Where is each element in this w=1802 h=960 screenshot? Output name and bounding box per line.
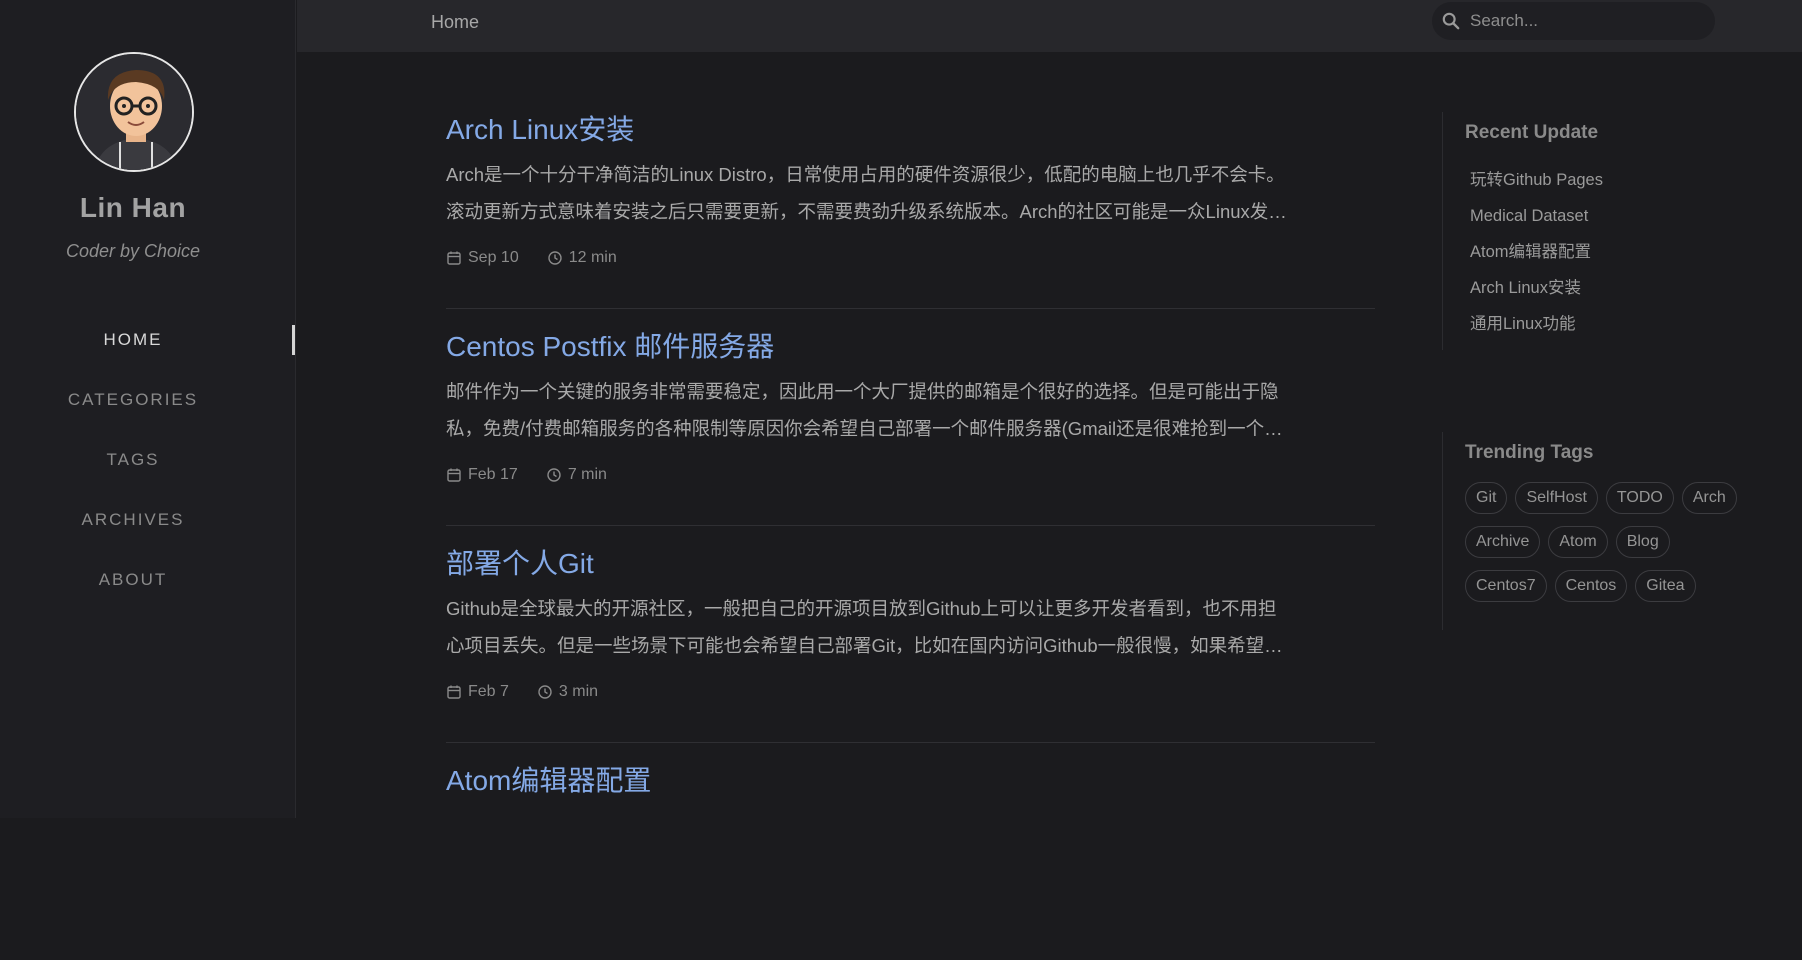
recent-update-list: 玩转Github Pages Medical Dataset Atom编辑器配置…: [1465, 162, 1762, 342]
post-meta: Feb 7 3 min: [446, 683, 626, 701]
recent-update-panel: Recent Update 玩转Github Pages Medical Dat…: [1442, 112, 1762, 350]
post-read-time: 12 min: [547, 249, 617, 267]
post-excerpt: Github是全球最大的开源社区，一般把自己的开源项目放到Github上可以让更…: [446, 590, 1375, 664]
avatar-image: [76, 54, 192, 170]
post-date: Feb 17: [446, 466, 518, 484]
tag-cloud: Git SelfHost TODO Arch Archive Atom Blog…: [1465, 482, 1765, 614]
recent-update-item[interactable]: 玩转Github Pages: [1470, 162, 1762, 198]
excerpt-line: 滚动更新方式意味着安装之后只需要更新，不需要费劲升级系统版本。Arch的社区可能…: [446, 201, 1287, 222]
site-subtitle: Coder by Choice: [65, 241, 201, 261]
recent-update-item[interactable]: Medical Dataset: [1470, 198, 1762, 234]
excerpt-line: Github是全球最大的开源社区，一般把自己的开源项目放到Github上可以让更…: [446, 598, 1277, 619]
tag-chip[interactable]: Centos7: [1465, 570, 1547, 602]
recent-update-heading: Recent Update: [1465, 122, 1599, 143]
post-meta: Sep 10 12 min: [446, 249, 645, 267]
post-date: Sep 10: [446, 249, 519, 267]
trending-tags-panel: Trending Tags Git SelfHost TODO Arch Arc…: [1442, 432, 1762, 630]
post-read-time-text: 3 min: [558, 683, 599, 700]
clock-icon: [547, 468, 561, 482]
post-excerpt: 邮件作为一个关键的服务非常需要稳定，因此用一个大厂提供的邮箱是个很好的选择。但是…: [446, 373, 1375, 447]
post-title[interactable]: Centos Postfix 邮件服务器: [446, 325, 774, 365]
tag-chip[interactable]: Centos: [1554, 570, 1628, 602]
search-icon: [1442, 12, 1460, 30]
tag-chip[interactable]: Archive: [1465, 526, 1541, 558]
post-date: Feb 7: [446, 683, 509, 701]
post-title[interactable]: Atom编辑器配置: [446, 759, 651, 799]
clock-icon: [538, 685, 552, 699]
post-read-time-text: 7 min: [567, 466, 607, 483]
nav-tags[interactable]: TAGS: [0, 440, 266, 500]
post-title[interactable]: 部署个人Git: [446, 542, 594, 582]
tag-chip[interactable]: SelfHost: [1515, 482, 1598, 514]
search-box[interactable]: [1432, 2, 1715, 40]
clock-icon: [548, 251, 562, 265]
nav-active-indicator: [292, 325, 295, 355]
sidebar-nav: HOME CATEGORIES TAGS ARCHIVES ABOUT: [0, 320, 296, 620]
calendar-icon: [447, 251, 461, 265]
search-input[interactable]: [1468, 6, 1703, 36]
recent-update-item[interactable]: Arch Linux安装: [1470, 270, 1762, 306]
tag-chip[interactable]: Git: [1465, 482, 1508, 514]
post-date-text: Feb 7: [468, 683, 509, 700]
post-date-text: Sep 10: [468, 249, 519, 266]
post-item: 部署个人Git Github是全球最大的开源社区，一般把自己的开源项目放到Git…: [446, 526, 1375, 743]
post-read-time-text: 12 min: [568, 249, 617, 266]
post-item: Centos Postfix 邮件服务器 邮件作为一个关键的服务非常需要稳定，因…: [446, 309, 1375, 526]
nav-archives[interactable]: ARCHIVES: [0, 500, 266, 560]
site-title[interactable]: Lin Han: [0, 192, 266, 224]
post-read-time: 7 min: [546, 466, 607, 484]
topbar: Home: [297, 0, 1802, 52]
tag-chip[interactable]: Blog: [1615, 526, 1670, 558]
excerpt-line: 私，免费/付费邮箱服务的各种限制等原因你会希望自己部署一个邮件服务器(Gmail…: [446, 418, 1283, 439]
excerpt-line: 邮件作为一个关键的服务非常需要稳定，因此用一个大厂提供的邮箱是个很好的选择。但是…: [446, 381, 1279, 402]
post-item: Atom编辑器配置: [446, 743, 1375, 960]
breadcrumb[interactable]: Home: [431, 12, 479, 33]
trending-tags-heading: Trending Tags: [1465, 442, 1594, 463]
calendar-icon: [447, 685, 461, 699]
nav-home[interactable]: HOME: [0, 320, 266, 380]
post-item: Arch Linux安装 Arch是一个十分干净简洁的Linux Distro，…: [446, 92, 1375, 309]
tag-chip[interactable]: TODO: [1605, 482, 1674, 514]
tag-chip[interactable]: Atom: [1548, 526, 1608, 558]
avatar[interactable]: [74, 52, 194, 172]
recent-update-item[interactable]: 通用Linux功能: [1470, 306, 1762, 342]
excerpt-line: Arch是一个十分干净简洁的Linux Distro，日常使用占用的硬件资源很少…: [446, 164, 1285, 185]
nav-categories[interactable]: CATEGORIES: [0, 380, 266, 440]
post-excerpt: Arch是一个十分干净简洁的Linux Distro，日常使用占用的硬件资源很少…: [446, 156, 1375, 230]
post-meta: Feb 17 7 min: [446, 466, 635, 484]
excerpt-line: 心项目丢失。但是一些场景下可能也会希望自己部署Git，比如在国内访问Github…: [446, 635, 1283, 656]
recent-update-item[interactable]: Atom编辑器配置: [1470, 234, 1762, 270]
tag-chip[interactable]: Gitea: [1635, 570, 1696, 602]
sidebar: Lin Han Coder by Choice HOME CATEGORIES …: [0, 0, 296, 818]
tag-chip[interactable]: Arch: [1681, 482, 1737, 514]
post-read-time: 3 min: [537, 683, 598, 701]
post-list: Arch Linux安装 Arch是一个十分干净简洁的Linux Distro，…: [446, 92, 1375, 960]
post-title[interactable]: Arch Linux安装: [446, 108, 634, 148]
post-date-text: Feb 17: [468, 466, 518, 483]
nav-about[interactable]: ABOUT: [0, 560, 266, 620]
calendar-icon: [447, 468, 461, 482]
